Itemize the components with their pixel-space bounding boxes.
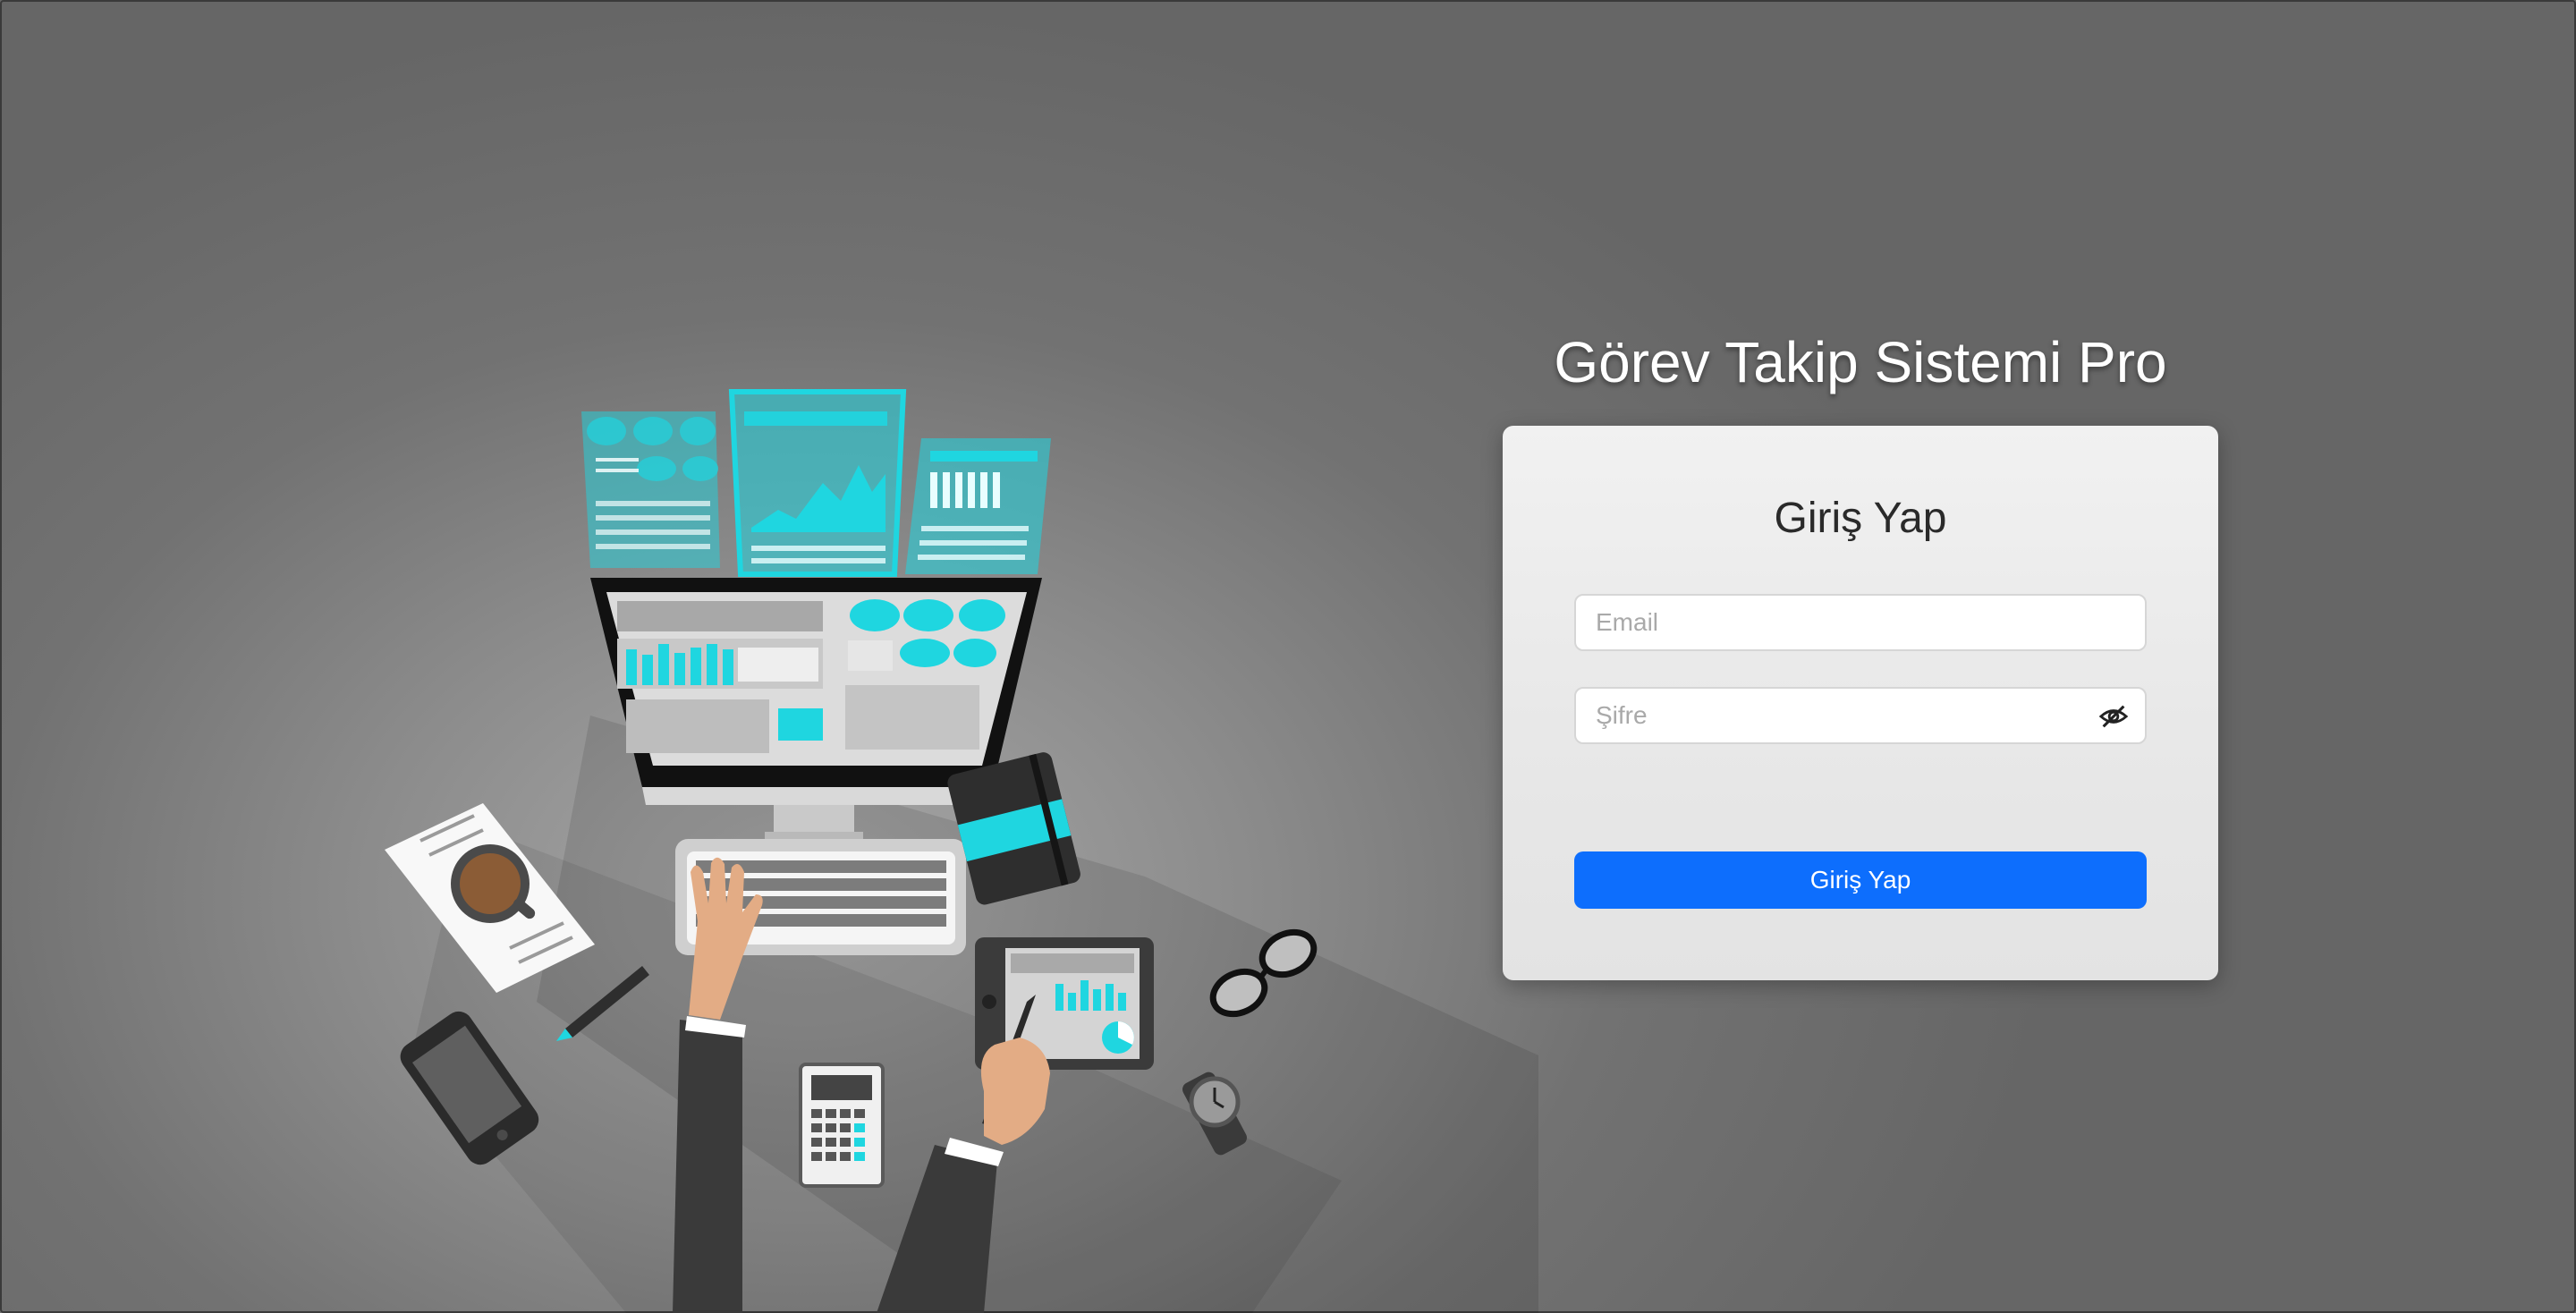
eye-slash-icon[interactable] [2098, 701, 2129, 732]
password-input[interactable] [1596, 689, 2097, 742]
workspace-illustration [385, 389, 1538, 1313]
calculator-icon [799, 1063, 885, 1188]
login-card: Giriş Yap Giriş Yap [1503, 426, 2218, 980]
email-field[interactable] [1574, 594, 2147, 651]
chart-panels-icon [581, 389, 1051, 577]
login-submit-button[interactable]: Giriş Yap [1574, 851, 2147, 909]
login-heading: Giriş Yap [1774, 495, 1947, 542]
email-input[interactable] [1596, 596, 2097, 649]
app-title: Görev Takip Sistemi Pro [1554, 330, 2167, 394]
password-field[interactable] [1574, 687, 2147, 744]
